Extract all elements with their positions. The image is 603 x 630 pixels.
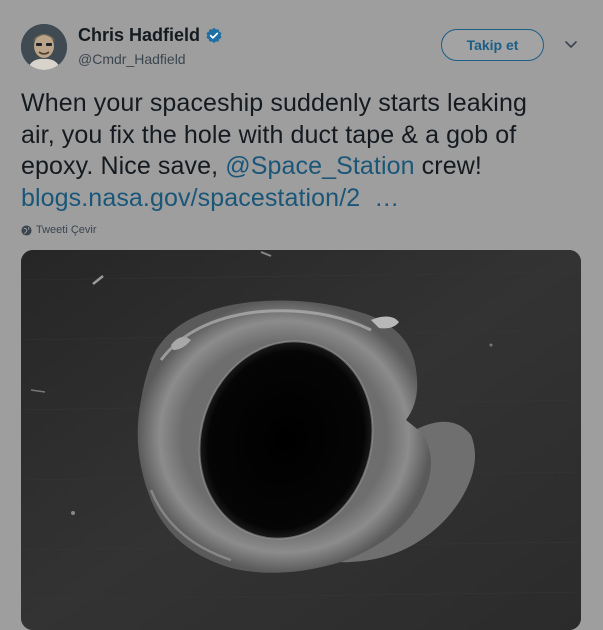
url-ellipsis[interactable]: …: [374, 184, 399, 212]
tweet-line: blogs.nasa.gov/spacestation/2 …: [21, 183, 591, 215]
user-handle[interactable]: @Cmdr_Hadfield: [78, 51, 186, 67]
url-link[interactable]: blogs.nasa.gov/spacestation/2: [21, 184, 360, 212]
verified-badge-icon: [206, 27, 222, 43]
mention-link[interactable]: @Space_Station: [225, 152, 414, 180]
translate-label[interactable]: Tweeti Çevir: [36, 224, 97, 236]
user-name-row: Chris Hadfield: [78, 25, 223, 46]
tweet-line: air, you fix the hole with duct tape & a…: [21, 120, 517, 149]
tweet-image[interactable]: [21, 250, 581, 630]
tweet-line: When your spaceship suddenly starts leak…: [21, 89, 527, 117]
hole-photo: [21, 250, 581, 630]
tweet-line: epoxy. Nice save, @Space_Station crew!: [21, 151, 591, 183]
chevron-down-icon[interactable]: [564, 40, 578, 50]
globe-icon: [21, 224, 32, 236]
follow-button[interactable]: Takip et: [441, 29, 544, 61]
translate-tweet[interactable]: Tweeti Çevir: [21, 224, 97, 236]
avatar-image: [21, 24, 67, 70]
tweet-text: When your spaceship suddenly starts leak…: [21, 88, 591, 214]
tweet-text-segment: crew!: [414, 152, 482, 180]
tweet-text-segment: epoxy. Nice save,: [21, 152, 226, 180]
user-name[interactable]: Chris Hadfield: [78, 25, 200, 46]
avatar[interactable]: [21, 24, 67, 70]
